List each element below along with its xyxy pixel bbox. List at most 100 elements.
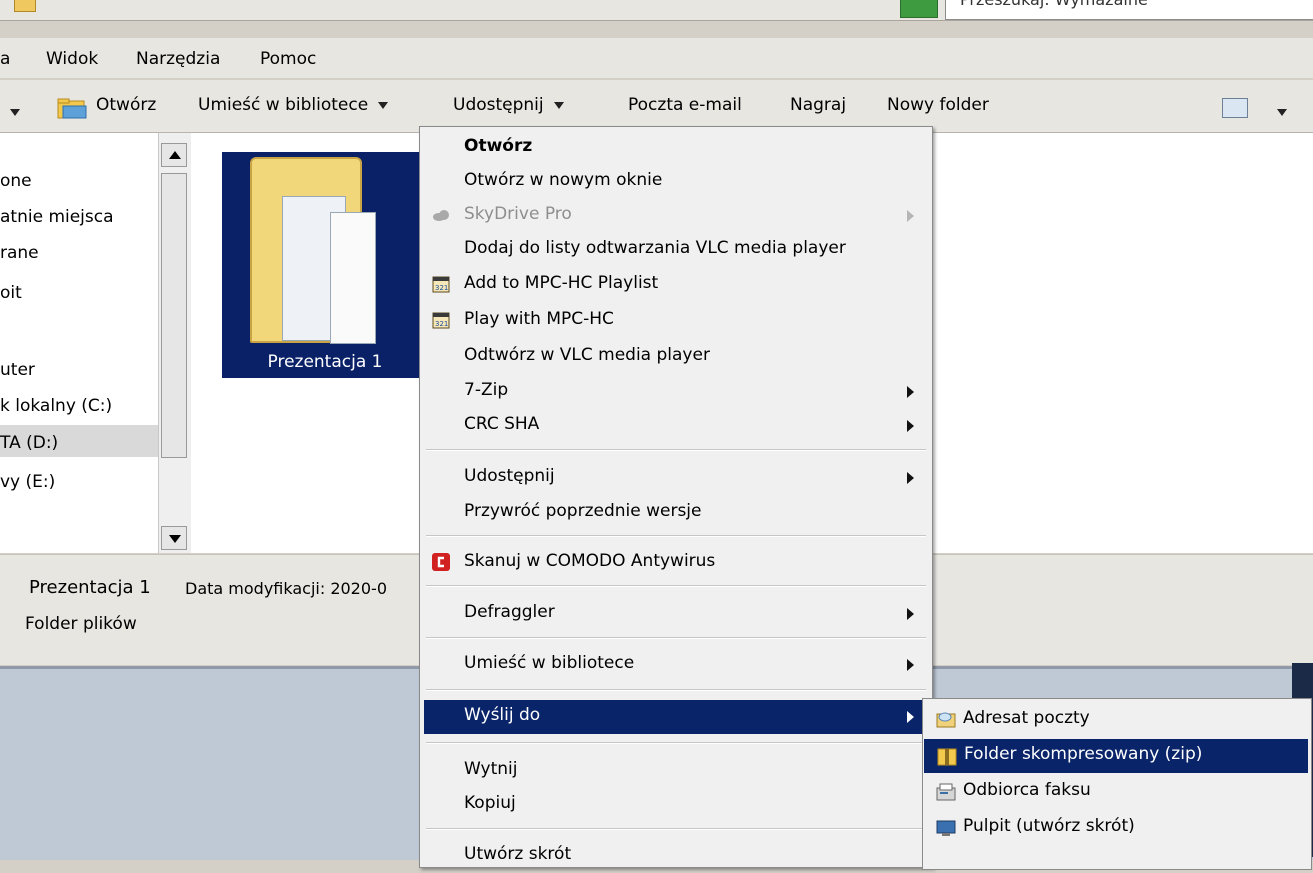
nav-item-drive-c[interactable]: k lokalny (C:): [0, 396, 112, 416]
sm-desktop-shortcut[interactable]: Pulpit (utwórz skrót): [923, 811, 1309, 845]
sm-desktop-shortcut-label: Pulpit (utwórz skrót): [963, 816, 1135, 836]
cm-create-shortcut[interactable]: Utwórz skrót: [420, 839, 930, 873]
cm-play-vlc-label: Odtwórz w VLC media player: [464, 345, 710, 365]
arrow-up-icon: [169, 151, 181, 159]
menu-separator: [426, 689, 926, 691]
arrow-down-icon: [169, 535, 181, 543]
menu-view[interactable]: Widok: [46, 49, 98, 69]
details-name: Prezentacja 1: [29, 577, 151, 598]
cm-open-new-window[interactable]: Otwórz w nowym oknie: [420, 165, 930, 199]
fax-icon: [936, 783, 956, 801]
share-button[interactable]: Udostępnij: [453, 95, 564, 115]
menu-separator: [426, 637, 926, 639]
include-in-library-button[interactable]: Umieść w bibliotece: [198, 95, 389, 115]
submenu-arrow-icon: [907, 386, 914, 398]
zip-folder-icon: [937, 748, 957, 766]
cm-send-to-label: Wyślij do: [464, 705, 541, 725]
menu-separator: [426, 585, 926, 587]
cm-add-vlc-playlist-label: Dodaj do listy odtwarzania VLC media pla…: [464, 238, 846, 258]
cm-send-to[interactable]: Wyślij do: [424, 700, 926, 734]
menu-separator: [426, 449, 926, 451]
menu-separator: [426, 742, 926, 744]
chevron-down-icon[interactable]: [10, 109, 20, 116]
mail-recipient-icon: [936, 712, 956, 728]
submenu-arrow-icon: [907, 711, 914, 723]
chevron-down-icon[interactable]: [1277, 109, 1287, 116]
mpc-hc-icon: 321: [432, 276, 450, 293]
burn-button[interactable]: Nagraj: [790, 95, 846, 115]
cm-restore-previous[interactable]: Przywróć poprzednie wersje: [420, 496, 930, 530]
chevron-down-icon: [553, 101, 564, 109]
open-folder-icon: [57, 98, 87, 119]
cm-defraggler[interactable]: Defraggler: [420, 597, 930, 631]
nav-item-drive-e[interactable]: vy (E:): [0, 472, 55, 492]
cm-play-mpc-label: Play with MPC-HC: [464, 309, 614, 329]
sm-compressed-folder-label: Folder skompresowany (zip): [964, 744, 1203, 764]
cm-share[interactable]: Udostępnij: [420, 461, 930, 495]
cm-cut[interactable]: Wytnij: [420, 754, 930, 788]
folder-icon: [14, 0, 36, 12]
nav-item-desktop[interactable]: oit: [0, 283, 22, 303]
nav-item-recent-places[interactable]: atnie miejsca: [0, 207, 114, 227]
cm-skydrive-pro: SkyDrive Pro: [420, 199, 930, 233]
cm-add-mpc-playlist-label: Add to MPC-HC Playlist: [464, 273, 659, 293]
search-input-text: Przeszukaj: Wymazalne: [960, 0, 1148, 9]
cm-play-vlc[interactable]: Odtwórz w VLC media player: [420, 340, 930, 374]
chevron-down-icon: [378, 101, 389, 109]
menu-bar: a Widok Narzędzia Pomoc: [0, 38, 1313, 78]
cm-crc-sha[interactable]: CRC SHA: [420, 409, 930, 443]
nav-item-downloads[interactable]: rane: [0, 243, 39, 263]
cm-copy-label: Kopiuj: [464, 793, 516, 813]
comodo-icon: [432, 553, 450, 571]
menu-edit[interactable]: a: [0, 49, 10, 69]
cm-7zip[interactable]: 7-Zip: [420, 375, 930, 409]
cloud-icon: [433, 210, 449, 221]
cm-play-mpc[interactable]: 321 Play with MPC-HC: [420, 304, 930, 338]
cm-create-shortcut-label: Utwórz skrót: [464, 844, 572, 864]
submenu-arrow-icon: [907, 608, 914, 620]
details-type: Folder plików: [25, 614, 137, 634]
cm-open[interactable]: Otwórz: [420, 131, 930, 165]
nav-item-favorites[interactable]: one: [0, 171, 32, 191]
share-label: Udostępnij: [453, 95, 544, 115]
mpc-hc-icon: 321: [432, 312, 450, 329]
cm-7zip-label: 7-Zip: [464, 380, 509, 400]
cm-add-vlc-playlist[interactable]: Dodaj do listy odtwarzania VLC media pla…: [420, 233, 930, 267]
nav-item-drive-d[interactable]: TA (D:): [0, 433, 58, 453]
cm-comodo-scan[interactable]: Skanuj w COMODO Antywirus: [420, 546, 930, 580]
cm-add-mpc-playlist[interactable]: 321 Add to MPC-HC Playlist: [420, 268, 930, 302]
cm-include-library[interactable]: Umieść w bibliotece: [420, 648, 930, 682]
include-in-library-label: Umieść w bibliotece: [198, 95, 369, 115]
email-button[interactable]: Poczta e-mail: [628, 95, 742, 115]
desktop-icon: [936, 820, 956, 836]
menu-tools[interactable]: Narzędzia: [136, 49, 220, 69]
document-icon: [330, 212, 376, 344]
scrollbar-thumb[interactable]: [161, 173, 187, 458]
sm-compressed-folder[interactable]: Folder skompresowany (zip): [924, 739, 1308, 773]
svg-text:321: 321: [435, 284, 448, 292]
sm-mail-recipient-label: Adresat poczty: [963, 708, 1090, 728]
details-modified-date: Data modyfikacji: 2020-0: [185, 579, 387, 598]
nav-scrollbar[interactable]: [158, 133, 191, 553]
submenu-arrow-icon: [907, 210, 914, 222]
change-view-icon[interactable]: [1222, 98, 1248, 118]
menu-help[interactable]: Pomoc: [260, 49, 316, 69]
sm-mail-recipient[interactable]: Adresat poczty: [923, 703, 1309, 737]
cm-open-new-window-label: Otwórz w nowym oknie: [464, 170, 663, 190]
scroll-up-button[interactable]: [161, 143, 187, 167]
cm-share-label: Udostępnij: [464, 466, 555, 486]
new-folder-button[interactable]: Nowy folder: [887, 95, 989, 115]
menu-separator: [426, 828, 926, 830]
cm-crc-sha-label: CRC SHA: [464, 414, 540, 434]
svg-text:321: 321: [435, 320, 448, 328]
menu-separator: [426, 535, 926, 537]
scroll-down-button[interactable]: [161, 526, 187, 550]
sm-fax-recipient[interactable]: Odbiorca faksu: [923, 775, 1309, 809]
open-button[interactable]: Otwórz: [96, 95, 156, 115]
cm-copy[interactable]: Kopiuj: [420, 788, 930, 822]
refresh-button[interactable]: [900, 0, 938, 18]
cm-skydrive-pro-label: SkyDrive Pro: [464, 204, 572, 224]
cm-restore-previous-label: Przywróć poprzednie wersje: [464, 501, 702, 521]
submenu-arrow-icon: [907, 420, 914, 432]
nav-item-computer[interactable]: uter: [0, 360, 35, 380]
